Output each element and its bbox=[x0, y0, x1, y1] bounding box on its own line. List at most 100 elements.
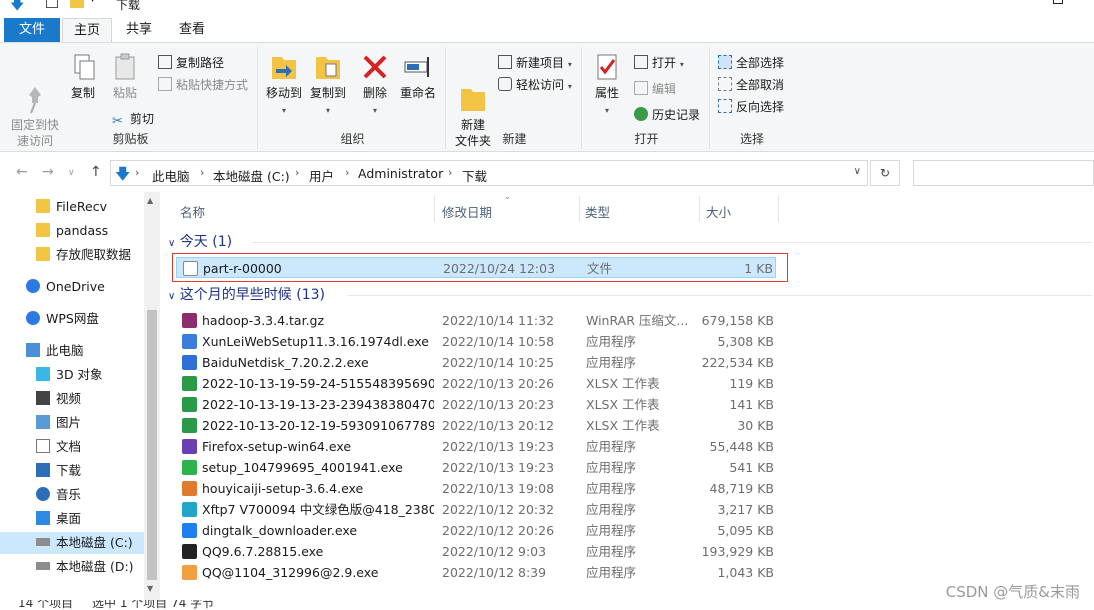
file-row[interactable]: 2022-10-13-19-13-23-239438380470... 2022/… bbox=[176, 394, 776, 415]
move-to-button[interactable]: 移动到 ▾ bbox=[262, 51, 306, 119]
tab-view[interactable]: 查看 bbox=[166, 18, 218, 42]
nav-item-label: 下载 bbox=[56, 463, 82, 478]
breadcrumb-downloads[interactable]: 下载 bbox=[462, 166, 487, 185]
nav-item[interactable]: OneDrive bbox=[0, 276, 144, 298]
nav-item[interactable]: 本地磁盘 (C:) bbox=[0, 532, 144, 554]
nav-item[interactable]: 桌面 bbox=[0, 508, 144, 530]
file-row[interactable]: BaiduNetdisk_7.20.2.2.exe 2022/10/14 10:2… bbox=[176, 352, 776, 373]
file-row[interactable]: QQ9.6.7.28815.exe 2022/10/12 9:03 应用程序 193,… bbox=[176, 541, 776, 562]
nav-item[interactable]: FileRecv bbox=[0, 196, 144, 218]
file-row[interactable]: QQ@1104_312996@2.9.exe 2022/10/12 8:39 应用程… bbox=[176, 562, 776, 583]
nav-item[interactable]: 此电脑 bbox=[0, 340, 144, 362]
nav-item[interactable]: WPS网盘 bbox=[0, 308, 144, 330]
properties-button[interactable]: 属性 ▾ bbox=[588, 51, 626, 119]
column-size-header[interactable]: 大小 bbox=[706, 202, 731, 221]
tab-home[interactable]: 主页 bbox=[62, 18, 112, 42]
picture-icon bbox=[36, 415, 50, 429]
tab-file[interactable]: 文件 bbox=[4, 18, 60, 42]
customize-toolbar-icon[interactable]: ▾ bbox=[90, 0, 95, 10]
copy-button[interactable]: 复制 bbox=[64, 51, 102, 101]
nav-item[interactable]: 存放爬取数据 bbox=[0, 244, 144, 266]
file-row[interactable]: dingtalk_downloader.exe 2022/10/12 20:26 应… bbox=[176, 520, 776, 541]
rename-button[interactable]: 重命名 bbox=[396, 51, 440, 101]
nav-item[interactable]: 3D 对象 bbox=[0, 364, 144, 386]
column-divider[interactable] bbox=[699, 196, 700, 222]
file-row[interactable]: XunLeiWebSetup11.3.16.1974dl.exe 2022/10/… bbox=[176, 331, 776, 352]
file-type: 应用程序 bbox=[586, 544, 637, 559]
chevron-right-icon[interactable]: › bbox=[295, 166, 299, 179]
group-header-today[interactable]: ∨ 今天 (1) bbox=[168, 232, 1092, 252]
nav-item[interactable]: pandass bbox=[0, 220, 144, 242]
delete-button[interactable]: 删除 ▾ bbox=[356, 51, 394, 119]
select-all-button[interactable]: 全部选择 bbox=[718, 53, 784, 73]
properties-check-icon[interactable] bbox=[46, 0, 58, 8]
edit-button[interactable]: 编辑 bbox=[634, 79, 676, 99]
column-divider[interactable] bbox=[778, 196, 779, 222]
forward-arrow-icon[interactable]: → bbox=[42, 164, 54, 180]
address-dropdown-chevron-icon[interactable]: ∨ bbox=[854, 166, 861, 177]
nav-item[interactable]: 本地磁盘 (D:) bbox=[0, 556, 144, 578]
history-icon bbox=[634, 107, 648, 121]
nav-item-label: 图片 bbox=[56, 415, 82, 430]
new-folder-icon[interactable] bbox=[70, 0, 84, 8]
paste-shortcut-button[interactable]: 粘贴快捷方式 bbox=[158, 75, 248, 95]
nav-scrollbar[interactable]: ▲ ▼ bbox=[144, 192, 160, 600]
copy-to-button[interactable]: 复制到 ▾ bbox=[306, 51, 350, 119]
file-type: 应用程序 bbox=[586, 334, 637, 349]
history-button[interactable]: 历史记录 bbox=[634, 105, 700, 125]
file-row[interactable]: Firefox-setup-win64.exe 2022/10/13 19:23 应… bbox=[176, 436, 776, 457]
nav-item[interactable]: 视频 bbox=[0, 388, 144, 410]
up-arrow-icon[interactable]: ↑ bbox=[90, 164, 102, 180]
search-input[interactable] bbox=[913, 160, 1094, 186]
invert-selection-button[interactable]: 反向选择 bbox=[718, 97, 784, 117]
recent-locations-chevron-icon[interactable]: ∨ bbox=[68, 168, 75, 178]
easy-access-button[interactable]: 轻松访问 ▾ bbox=[498, 75, 572, 95]
nav-item[interactable]: 音乐 bbox=[0, 484, 144, 506]
column-name-header[interactable]: 名称 bbox=[180, 202, 205, 221]
file-row[interactable]: 2022-10-13-19-59-24-515548395690... 2022/… bbox=[176, 373, 776, 394]
column-date-header[interactable]: 修改日期 bbox=[442, 202, 492, 221]
address-bar[interactable]: 🡇 › 此电脑 › 本地磁盘 (C:) › 用户 › Administrator… bbox=[110, 160, 868, 186]
collapse-chevron-icon[interactable]: ∨ bbox=[168, 238, 175, 249]
nav-item[interactable]: 文档 bbox=[0, 436, 144, 458]
paste-button[interactable]: 粘贴 bbox=[106, 51, 144, 101]
breadcrumb-administrator[interactable]: Administrator bbox=[358, 166, 443, 181]
nav-item[interactable]: 下载 bbox=[0, 460, 144, 482]
download-arrow-icon: 🡇 bbox=[10, 0, 25, 13]
scroll-up-icon[interactable]: ▲ bbox=[147, 196, 153, 205]
cut-button[interactable]: ✂ 剪切 bbox=[112, 109, 154, 129]
file-row[interactable]: Xftp7 V700094 中文绿色版@418_2380... 2022/10/1… bbox=[176, 499, 776, 520]
maximize-icon[interactable] bbox=[1053, 0, 1063, 4]
group-header-earlier-this-month[interactable]: ∨ 这个月的早些时候 (13) bbox=[168, 285, 1092, 305]
file-row[interactable]: 2022-10-13-20-12-19-593091067789... 2022/… bbox=[176, 415, 776, 436]
nav-item[interactable]: 图片 bbox=[0, 412, 144, 434]
chevron-right-icon[interactable]: › bbox=[448, 166, 452, 179]
breadcrumb-this-pc[interactable]: 此电脑 bbox=[152, 166, 190, 185]
tab-share[interactable]: 共享 bbox=[114, 18, 164, 42]
scroll-thumb[interactable] bbox=[147, 310, 157, 580]
column-type-header[interactable]: 类型 bbox=[585, 202, 610, 221]
scroll-down-icon[interactable]: ▼ bbox=[147, 584, 153, 593]
copy-path-button[interactable]: 复制路径 bbox=[158, 53, 224, 73]
file-row[interactable]: setup_104799695_4001941.exe 2022/10/13 19… bbox=[176, 457, 776, 478]
file-row[interactable]: houyicaiji-setup-3.6.4.exe 2022/10/13 19:… bbox=[176, 478, 776, 499]
new-item-button[interactable]: 新建项目 ▾ bbox=[498, 53, 572, 73]
file-row[interactable]: hadoop-3.3.4.tar.gz 2022/10/14 11:32 WinRA… bbox=[176, 310, 776, 331]
file-date: 2022/10/14 10:58 bbox=[442, 334, 555, 349]
chevron-right-icon[interactable]: › bbox=[345, 166, 349, 179]
drive-icon bbox=[36, 538, 50, 546]
breadcrumb-users[interactable]: 用户 bbox=[309, 166, 334, 185]
file-name: QQ@1104_312996@2.9.exe bbox=[202, 565, 379, 580]
file-icon bbox=[182, 334, 197, 349]
column-divider[interactable] bbox=[434, 196, 435, 222]
file-size: 5,308 KB bbox=[717, 334, 774, 349]
back-arrow-icon[interactable]: ← bbox=[16, 164, 28, 180]
collapse-chevron-icon[interactable]: ∨ bbox=[168, 291, 175, 302]
column-divider[interactable] bbox=[579, 196, 580, 222]
chevron-right-icon[interactable]: › bbox=[200, 166, 204, 179]
breadcrumb-local-disk-c[interactable]: 本地磁盘 (C:) bbox=[213, 166, 290, 185]
refresh-button[interactable]: ↻ bbox=[870, 160, 900, 186]
open-button[interactable]: 打开 ▾ bbox=[634, 53, 684, 73]
chevron-right-icon[interactable]: › bbox=[135, 166, 139, 179]
select-none-button[interactable]: 全部取消 bbox=[718, 75, 784, 95]
